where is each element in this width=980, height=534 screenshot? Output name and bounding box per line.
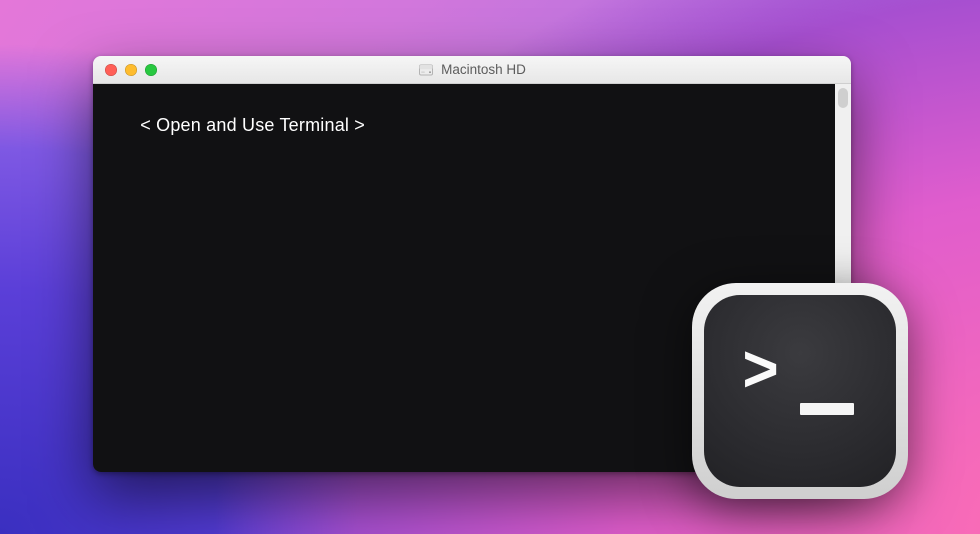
window-title: Macintosh HD [441,62,526,77]
traffic-lights [93,64,157,76]
window-close-button[interactable] [105,64,117,76]
terminal-prompt-icon: > [704,295,896,487]
app-icon-squircle-inner: > [704,295,896,487]
window-zoom-button[interactable] [145,64,157,76]
prompt-cursor-icon [800,403,854,415]
window-minimize-button[interactable] [125,64,137,76]
terminal-app-icon[interactable]: > [692,283,908,499]
terminal-line: < Open and Use Terminal > [140,115,365,135]
scrollbar-thumb[interactable] [838,88,848,108]
hard-drive-icon [418,62,434,78]
window-title-group: Macintosh HD [93,62,851,78]
window-titlebar[interactable]: Macintosh HD [93,56,851,84]
prompt-caret-icon: > [742,341,779,408]
